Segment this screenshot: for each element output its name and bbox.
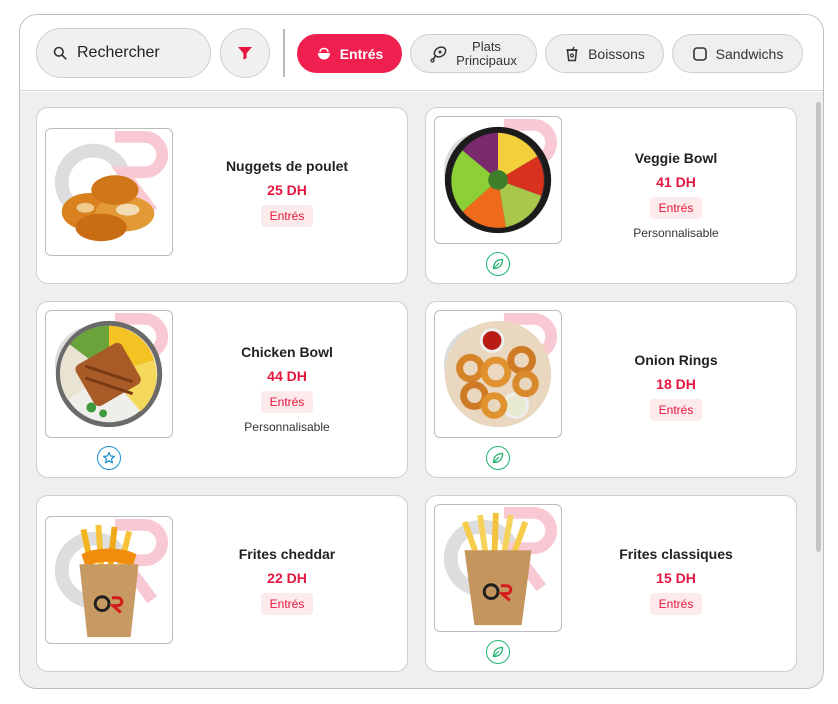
nuggets-image: [45, 128, 173, 256]
category-tab-plats-principaux[interactable]: Plats Principaux: [410, 34, 537, 73]
search-input[interactable]: Rechercher: [36, 28, 211, 78]
featured-badge: [97, 446, 121, 470]
chicken-bowl-image: [45, 310, 173, 438]
product-name: Frites cheddar: [238, 546, 336, 562]
bowl-icon: [317, 47, 330, 59]
category-toolbar: Rechercher Entrés Plats Principaux Boiss…: [20, 15, 823, 91]
cup-icon: [566, 46, 578, 61]
customizable-label: Personnalisable: [244, 420, 330, 434]
category-tag: Entrés: [260, 205, 314, 227]
vegetarian-badge: [486, 640, 510, 664]
category-tab-label: Sandwichs: [715, 45, 784, 62]
product-card[interactable]: Chicken Bowl 44 DH Entrés Personnalisabl…: [36, 301, 408, 478]
vertical-scrollbar[interactable]: [816, 102, 821, 552]
veggie-bowl-image: [434, 116, 562, 244]
product-name: Frites classiques: [619, 546, 733, 562]
product-info: Veggie Bowl 41 DH Entrés Personnalisable: [576, 150, 776, 240]
cheddar-fries-image: [45, 516, 173, 644]
toolbar-divider: [283, 29, 285, 77]
category-tab-label: Plats Principaux: [456, 38, 517, 68]
category-tab-label-line1: Plats: [472, 38, 501, 54]
category-tab-sandwichs[interactable]: Sandwichs: [672, 34, 803, 73]
product-price: 18 DH: [656, 376, 696, 392]
leaf-icon: [492, 646, 504, 658]
product-grid: Nuggets de poulet 25 DH Entrés Veggie Bo…: [20, 92, 823, 688]
category-tag: Entrés: [649, 197, 703, 219]
leaf-icon: [492, 452, 504, 464]
product-card[interactable]: Frites cheddar 22 DH Entrés: [36, 495, 408, 672]
product-info: Frites cheddar 22 DH Entrés: [187, 546, 387, 615]
product-price: 44 DH: [267, 368, 307, 384]
search-icon: [53, 46, 67, 60]
product-card[interactable]: Nuggets de poulet 25 DH Entrés: [36, 107, 408, 284]
product-name: Chicken Bowl: [241, 344, 333, 360]
search-placeholder: Rechercher: [77, 44, 160, 61]
meat-icon: [430, 45, 447, 63]
category-tab-boissons[interactable]: Boissons: [545, 34, 664, 73]
category-tab-entres[interactable]: Entrés: [297, 34, 402, 73]
product-name: Veggie Bowl: [634, 150, 718, 166]
category-tab-label: Entrés: [339, 45, 384, 62]
product-info: Onion Rings 18 DH Entrés: [576, 352, 776, 421]
filter-button[interactable]: [220, 28, 270, 78]
vegetarian-badge: [486, 446, 510, 470]
product-info: Frites classiques 15 DH Entrés: [576, 546, 776, 615]
product-price: 25 DH: [267, 182, 307, 198]
product-info: Chicken Bowl 44 DH Entrés Personnalisabl…: [187, 344, 387, 434]
category-tab-label-line2: Principaux: [456, 52, 517, 68]
star-icon: [103, 451, 115, 464]
product-card[interactable]: Veggie Bowl 41 DH Entrés Personnalisable: [425, 107, 797, 284]
classic-fries-image: [434, 504, 562, 632]
product-card[interactable]: Frites classiques 15 DH Entrés: [425, 495, 797, 672]
category-tab-label: Boissons: [588, 45, 645, 62]
category-tag: Entrés: [260, 593, 314, 615]
square-icon: [692, 46, 707, 61]
vegetarian-badge: [486, 252, 510, 276]
onion-rings-image: [434, 310, 562, 438]
filter-icon: [238, 47, 252, 60]
product-info: Nuggets de poulet 25 DH Entrés: [187, 158, 387, 227]
app-window: Rechercher Entrés Plats Principaux Boiss…: [19, 14, 824, 689]
product-name: Onion Rings: [634, 352, 718, 368]
product-card[interactable]: Onion Rings 18 DH Entrés: [425, 301, 797, 478]
product-price: 41 DH: [656, 174, 696, 190]
category-tag: Entrés: [260, 391, 314, 413]
product-price: 22 DH: [267, 570, 307, 586]
product-price: 15 DH: [656, 570, 696, 586]
category-tag: Entrés: [649, 593, 703, 615]
category-tag: Entrés: [649, 399, 703, 421]
leaf-icon: [492, 258, 504, 270]
customizable-label: Personnalisable: [633, 226, 719, 240]
product-name: Nuggets de poulet: [225, 158, 349, 174]
